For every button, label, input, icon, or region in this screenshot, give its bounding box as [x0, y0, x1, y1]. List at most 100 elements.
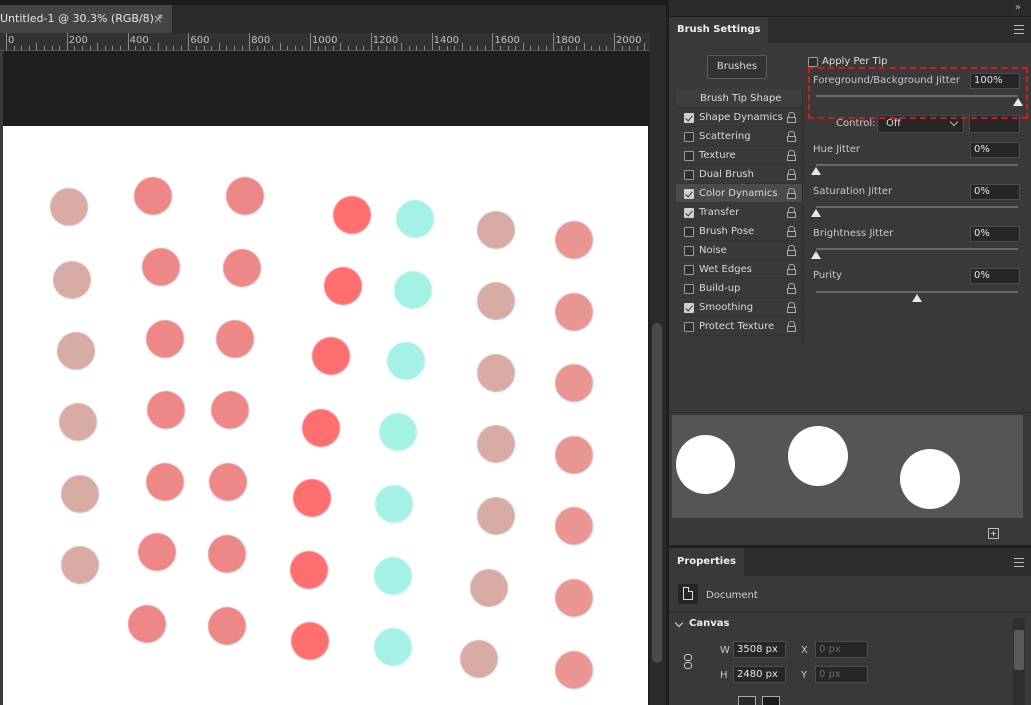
- brush-stroke-preview: [672, 415, 1023, 518]
- new-preset-icon[interactable]: [988, 528, 999, 539]
- purity-slider-thumb[interactable]: [912, 294, 922, 302]
- properties-panel: Properties Document Canvas W 3508 px X 0…: [669, 548, 1031, 705]
- checkbox-icon[interactable]: [684, 246, 694, 256]
- checkbox-icon[interactable]: [684, 132, 694, 142]
- lock-icon[interactable]: [787, 321, 796, 332]
- painted-dot: [333, 196, 371, 234]
- tab-brush-settings[interactable]: Brush Settings: [669, 17, 769, 43]
- brush-option-shape-dynamics[interactable]: Shape Dynamics: [676, 108, 802, 127]
- checkbox-icon[interactable]: [684, 189, 694, 199]
- brush-option-smoothing[interactable]: Smoothing: [676, 298, 802, 317]
- lock-icon-body: [787, 174, 796, 180]
- close-icon[interactable]: ×: [153, 5, 163, 33]
- ruler-minor-tick: [279, 43, 281, 50]
- lock-icon[interactable]: [787, 207, 796, 218]
- hue-jitter-label: Hue Jitter: [813, 144, 861, 155]
- y-field[interactable]: 0 px: [815, 666, 868, 683]
- brushes-button[interactable]: Brushes: [707, 55, 767, 79]
- canvas-vertical-scrollbar[interactable]: [650, 33, 666, 705]
- ruler-major-tick: [249, 33, 251, 50]
- properties-scrollbar[interactable]: [1013, 618, 1025, 705]
- checkbox-icon[interactable]: [808, 57, 818, 67]
- brightness-jitter-slider[interactable]: [816, 248, 1018, 250]
- highlight-annotation: [808, 67, 1028, 119]
- brush-option-noise[interactable]: Noise: [676, 241, 802, 260]
- checkbox-icon[interactable]: [684, 170, 694, 180]
- brush-option-dual-brush[interactable]: Dual Brush: [676, 165, 802, 184]
- painted-dot: [57, 332, 95, 370]
- width-field[interactable]: 3508 px: [733, 641, 786, 658]
- lock-icon[interactable]: [787, 283, 796, 294]
- lock-icon[interactable]: [787, 131, 796, 142]
- saturation-jitter-slider-thumb[interactable]: [811, 209, 821, 217]
- ruler-minor-tick: [416, 46, 418, 50]
- ruler-label: 600: [190, 35, 210, 46]
- saturation-jitter-input[interactable]: 0%: [970, 184, 1020, 200]
- brightness-jitter-label: Brightness Jitter: [813, 228, 894, 239]
- checkbox-icon[interactable]: [684, 265, 694, 275]
- brush-option-build-up[interactable]: Build-up: [676, 279, 802, 298]
- purity-input[interactable]: 0%: [970, 268, 1020, 284]
- brightness-jitter-input[interactable]: 0%: [970, 226, 1020, 242]
- hue-jitter-slider-thumb[interactable]: [811, 167, 821, 175]
- lock-icon[interactable]: [787, 150, 796, 161]
- lock-icon[interactable]: [787, 302, 796, 313]
- canvas-section-header[interactable]: Canvas: [673, 618, 729, 629]
- brush-option-label: Scattering: [699, 131, 751, 142]
- link-icon[interactable]: [684, 654, 692, 670]
- ruler-minor-tick: [89, 46, 91, 50]
- painted-dot: [477, 425, 515, 463]
- brush-option-brush-pose[interactable]: Brush Pose: [676, 222, 802, 241]
- checkbox-icon[interactable]: [684, 113, 694, 123]
- lock-icon[interactable]: [787, 264, 796, 275]
- brush-option-protect-texture[interactable]: Protect Texture: [676, 317, 802, 336]
- brush-option-color-dynamics[interactable]: Color Dynamics: [676, 184, 802, 203]
- lock-icon[interactable]: [787, 169, 796, 180]
- scrollbar-thumb[interactable]: [652, 323, 662, 663]
- properties-divider: [669, 612, 1031, 613]
- height-field[interactable]: 2480 px: [733, 666, 786, 683]
- brightness-jitter-slider-thumb[interactable]: [811, 251, 821, 259]
- hue-jitter-input[interactable]: 0%: [970, 142, 1020, 158]
- ruler-minor-tick: [112, 46, 114, 50]
- scrollbar-thumb[interactable]: [1014, 630, 1024, 670]
- painted-dot: [291, 622, 329, 660]
- lock-icon[interactable]: [787, 226, 796, 237]
- document-tab[interactable]: Untitled-1 @ 30.3% (RGB/8) * ×: [0, 5, 172, 33]
- tab-properties[interactable]: Properties: [669, 548, 744, 576]
- painted-dot: [142, 248, 180, 286]
- lock-icon[interactable]: [787, 245, 796, 256]
- checkbox-icon[interactable]: [684, 151, 694, 161]
- checkbox-icon[interactable]: [684, 208, 694, 218]
- brush-option-transfer[interactable]: Transfer: [676, 203, 802, 222]
- lock-icon[interactable]: [787, 188, 796, 199]
- brush-option-scattering[interactable]: Scattering: [676, 127, 802, 146]
- ruler-minor-tick: [74, 46, 76, 50]
- ruler-minor-tick: [135, 46, 137, 50]
- brush-tip-shape-item[interactable]: Brush Tip Shape: [676, 89, 802, 108]
- painted-dot: [146, 320, 184, 358]
- ruler-minor-tick: [218, 43, 220, 50]
- purity-slider[interactable]: [816, 291, 1018, 293]
- checkbox-icon[interactable]: [684, 284, 694, 294]
- checkbox-icon[interactable]: [684, 227, 694, 237]
- canvas[interactable]: [3, 126, 648, 705]
- portrait-orientation-button[interactable]: [738, 696, 756, 705]
- checkbox-icon[interactable]: [684, 303, 694, 313]
- menu-icon[interactable]: [1014, 558, 1024, 567]
- checkbox-icon[interactable]: [684, 322, 694, 332]
- collapse-icon[interactable]: »: [1015, 2, 1021, 13]
- lock-icon[interactable]: [787, 112, 796, 123]
- ruler-label: 1600: [494, 35, 520, 46]
- ruler-major-tick: [492, 33, 494, 50]
- landscape-orientation-button[interactable]: [762, 696, 780, 705]
- ruler-minor-tick: [287, 46, 289, 50]
- brush-option-texture[interactable]: Texture: [676, 146, 802, 165]
- menu-icon[interactable]: [1014, 25, 1024, 34]
- ruler-major-tick: [553, 33, 555, 50]
- brush-option-wet-edges[interactable]: Wet Edges: [676, 260, 802, 279]
- saturation-jitter-slider[interactable]: [816, 206, 1018, 208]
- painted-dot: [208, 607, 246, 645]
- x-field[interactable]: 0 px: [815, 641, 868, 658]
- hue-jitter-slider[interactable]: [816, 164, 1018, 166]
